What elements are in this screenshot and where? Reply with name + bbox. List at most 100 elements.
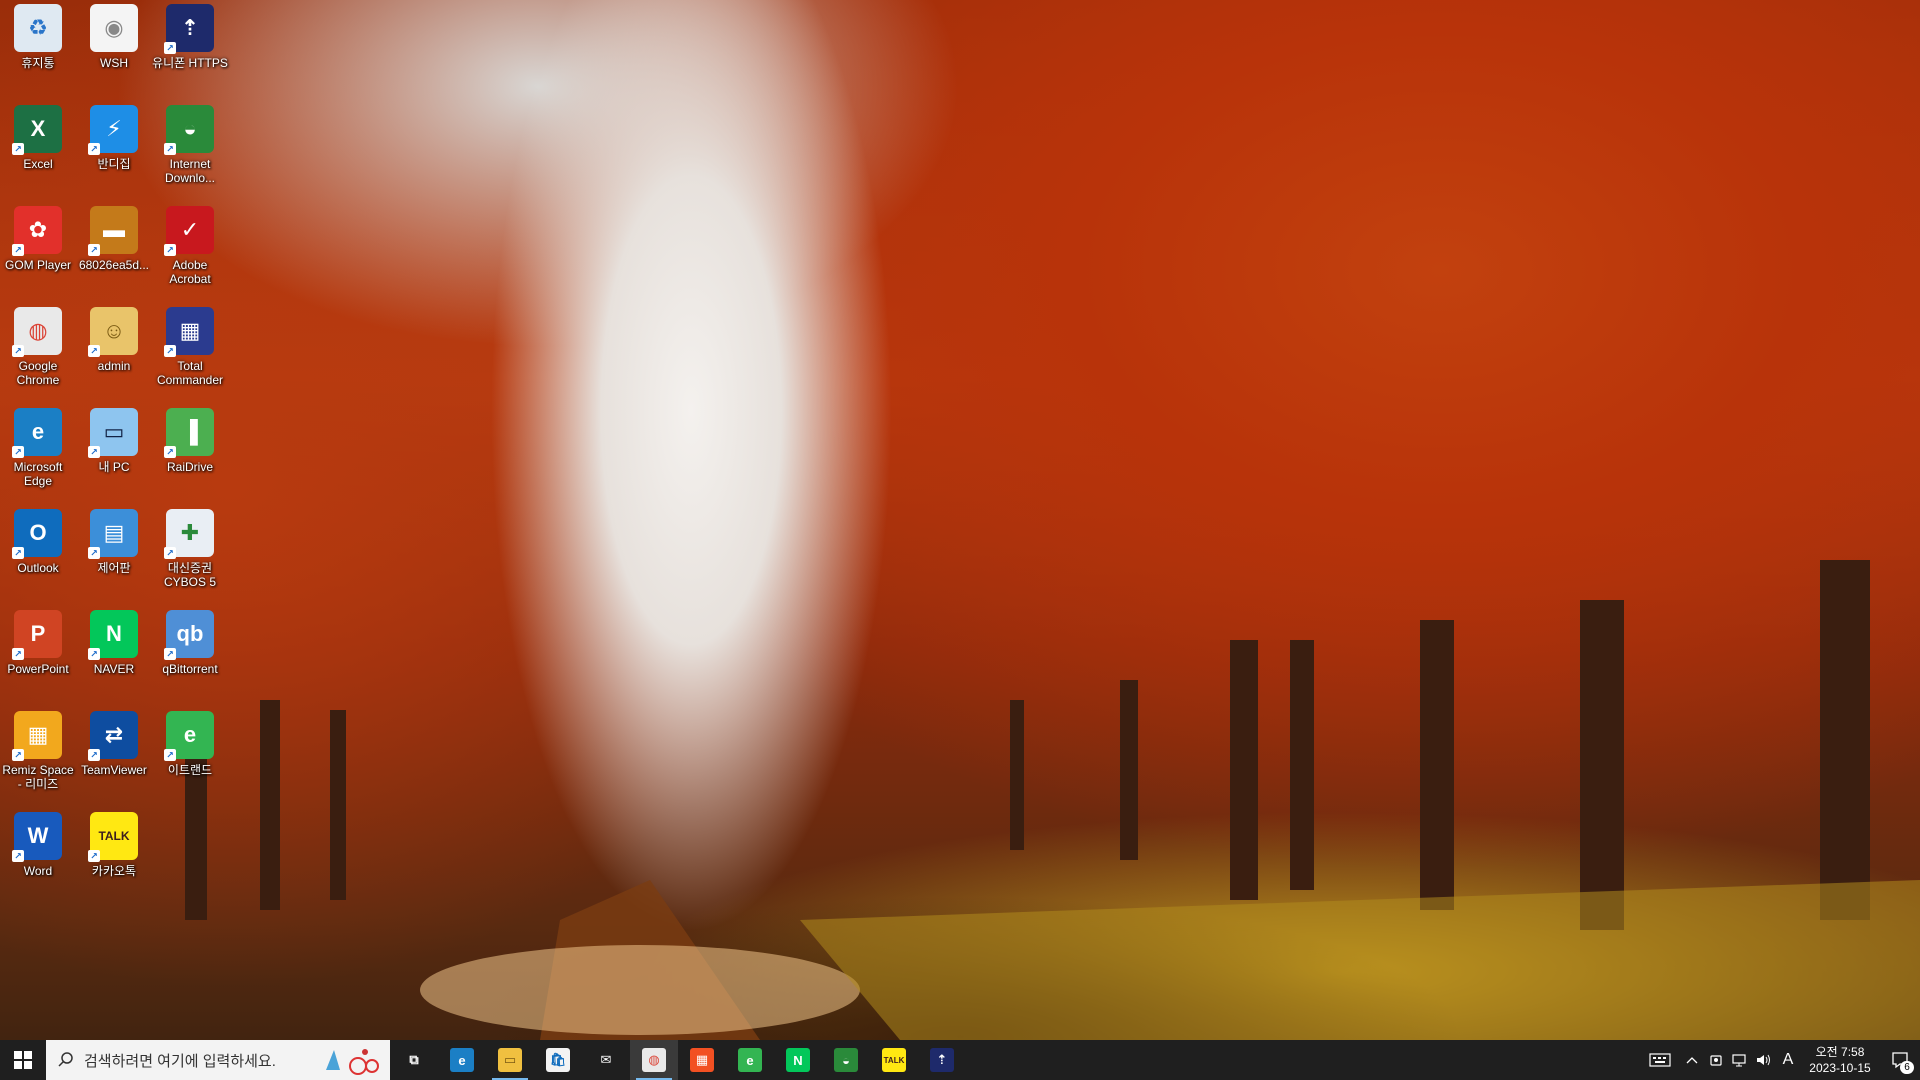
taskbar-app-file-explorer[interactable]: ▭	[486, 1040, 534, 1080]
clock-time: 오전 7:58	[1815, 1045, 1865, 1059]
desktop-icon-bandizip[interactable]: ⚡ ↗ 반디집	[78, 105, 150, 171]
touch-keyboard-icon[interactable]	[1640, 1040, 1680, 1080]
notification-count-badge: 6	[1900, 1061, 1914, 1074]
shortcut-arrow-icon: ↗	[12, 345, 24, 357]
image-file-icon: ▬ ↗	[88, 206, 138, 256]
outlook-icon: O ↗	[12, 509, 62, 559]
kakaotalk-icon: TALK ↗	[88, 812, 138, 862]
desktop-icon-label: 휴지통	[21, 56, 55, 70]
desktop-icon-raidrive[interactable]: ▐ ↗ RaiDrive	[154, 408, 226, 474]
meet-now-icon[interactable]	[1704, 1040, 1728, 1080]
desktop-icon-cybos[interactable]: ✚ ↗ 대신증권 CYBOS 5	[154, 509, 226, 589]
shortcut-arrow-icon: ↗	[12, 850, 24, 862]
https-icon: ⇡	[930, 1048, 954, 1072]
desktop-icon-excel[interactable]: X ↗ Excel	[2, 105, 74, 171]
desktop-icon-etland[interactable]: e ↗ 이트랜드	[154, 711, 226, 777]
taskbar-app-kakaotalk[interactable]: TALK	[870, 1040, 918, 1080]
desktop-icon-outlook[interactable]: O ↗ Outlook	[2, 509, 74, 575]
desktop-icon-label: GOM Player	[4, 258, 71, 272]
taskbar-app-task-view[interactable]: ⧉	[390, 1040, 438, 1080]
shortcut-arrow-icon: ↗	[164, 648, 176, 660]
desktop-icon-label: Remiz Space - 리미즈	[2, 763, 74, 791]
desktop-icon-label: Internet Downlo...	[164, 157, 216, 185]
shortcut-arrow-icon: ↗	[12, 244, 24, 256]
desktop-icon-label: Total Commander	[156, 359, 224, 387]
desktop-icon-this-pc[interactable]: ▭ ↗ 내 PC	[78, 408, 150, 474]
desktop-icon-gom-player[interactable]: ✿ ↗ GOM Player	[2, 206, 74, 272]
gom-player-icon: ✿ ↗	[12, 206, 62, 256]
desktop-icon-control-panel[interactable]: ▤ ↗ 제어판	[78, 509, 150, 575]
clock[interactable]: 오전 7:58 2023-10-15	[1800, 1044, 1880, 1076]
desktop-icon-remiz-space[interactable]: ▦ ↗ Remiz Space - 리미즈	[2, 711, 74, 791]
shortcut-arrow-icon: ↗	[88, 244, 100, 256]
internet-download-manager-icon: ◒ ↗	[164, 105, 214, 155]
shortcut-arrow-icon: ↗	[164, 446, 176, 458]
desktop-icon-adobe-acrobat[interactable]: ✓ ↗ Adobe Acrobat	[154, 206, 226, 286]
desktop-icon-label: Adobe Acrobat	[169, 258, 211, 286]
chrome-icon: ◍ ↗	[12, 307, 62, 357]
windows-logo-icon	[14, 1051, 32, 1069]
desktop-icon-qbittorrent[interactable]: qb ↗ qBittorrent	[154, 610, 226, 676]
network-icon[interactable]	[1728, 1040, 1752, 1080]
input-method-indicator[interactable]: A	[1776, 1040, 1800, 1080]
desktop-icon-label: admin	[97, 359, 131, 373]
desktop-icon-label: PowerPoint	[7, 662, 69, 676]
wsh-file-icon: ◉	[90, 4, 138, 52]
kakaotalk-icon: TALK	[882, 1048, 906, 1072]
taskbar-app-etland[interactable]: e	[726, 1040, 774, 1080]
desktop-icon-label: 카카오톡	[91, 864, 137, 878]
chevron-up-icon[interactable]	[1680, 1040, 1704, 1080]
bandizip-icon: ⚡ ↗	[88, 105, 138, 155]
cybos-icon: ✚ ↗	[164, 509, 214, 559]
word-icon: W ↗	[12, 812, 62, 862]
desktop-icon-total-commander[interactable]: ▦ ↗ Total Commander	[154, 307, 226, 387]
search-box[interactable]: 검색하려면 여기에 입력하세요.	[46, 1040, 390, 1080]
desktop-icon-label: NAVER	[93, 662, 135, 676]
etland-icon: e	[738, 1048, 762, 1072]
desktop-icon-edge[interactable]: e ↗ Microsoft Edge	[2, 408, 74, 488]
desktop-icon-user-folder[interactable]: ☺ ↗ admin	[78, 307, 150, 373]
taskbar: 검색하려면 여기에 입력하세요. ⧉ e ▭ 🛍 ✉ ◍ ▦ e N ◒ TALK ⇡ A 오전 7:…	[0, 1040, 1920, 1080]
taskbar-app-unipon-https[interactable]: ⇡	[918, 1040, 966, 1080]
shortcut-arrow-icon: ↗	[88, 143, 100, 155]
desktop-icon-powerpoint[interactable]: P ↗ PowerPoint	[2, 610, 74, 676]
taskbar-app-internet-download-manager[interactable]: ◒	[822, 1040, 870, 1080]
desktop-icon-recycle-bin[interactable]: ♻ 휴지통	[2, 4, 74, 70]
desktop-icon-label: Google Chrome	[16, 359, 60, 387]
control-panel-icon: ▤ ↗	[88, 509, 138, 559]
shortcut-arrow-icon: ↗	[88, 446, 100, 458]
desktop-icon-kakaotalk[interactable]: TALK ↗ 카카오톡	[78, 812, 150, 878]
search-placeholder: 검색하려면 여기에 입력하세요.	[84, 1052, 276, 1070]
taskbar-app-edge[interactable]: e	[438, 1040, 486, 1080]
taskbar-app-mail[interactable]: ✉	[582, 1040, 630, 1080]
desktop-icon-teamviewer[interactable]: ⇄ ↗ TeamViewer	[78, 711, 150, 777]
desktop-icon-word[interactable]: W ↗ Word	[2, 812, 74, 878]
taskbar-app-chrome[interactable]: ◍	[630, 1040, 678, 1080]
shortcut-arrow-icon: ↗	[164, 143, 176, 155]
desktop-icon-label: 이트랜드	[167, 763, 213, 777]
shortcut-arrow-icon: ↗	[12, 648, 24, 660]
qbittorrent-icon: qb ↗	[164, 610, 214, 660]
desktop-icon-internet-download-manager[interactable]: ◒ ↗ Internet Downlo...	[154, 105, 226, 185]
volume-icon[interactable]	[1752, 1040, 1776, 1080]
desktop-icon-wsh-file[interactable]: ◉ WSH	[78, 4, 150, 70]
store-icon: 🛍	[546, 1048, 570, 1072]
total-commander-icon: ▦ ↗	[164, 307, 214, 357]
shortcut-arrow-icon: ↗	[88, 547, 100, 559]
taskbar-app-microsoft-store[interactable]: 🛍	[534, 1040, 582, 1080]
desktop-icon-https[interactable]: ⇡ ↗ 유니폰 HTTPS	[152, 4, 228, 70]
naver-icon: N ↗	[88, 610, 138, 660]
shortcut-arrow-icon: ↗	[164, 42, 176, 54]
shortcut-arrow-icon: ↗	[12, 749, 24, 761]
shortcut-arrow-icon: ↗	[164, 547, 176, 559]
desktop-icon-chrome[interactable]: ◍ ↗ Google Chrome	[2, 307, 74, 387]
start-button[interactable]	[0, 1040, 46, 1080]
taskbar-app-microsoft-365[interactable]: ▦	[678, 1040, 726, 1080]
desktop-icon-image-file[interactable]: ▬ ↗ 68026ea5d...	[78, 206, 150, 272]
excel-icon: X ↗	[12, 105, 62, 155]
shortcut-arrow-icon: ↗	[88, 850, 100, 862]
taskbar-app-naver[interactable]: N	[774, 1040, 822, 1080]
desktop-icon-naver[interactable]: N ↗ NAVER	[78, 610, 150, 676]
desktop-icon-area: ♻ 휴지통 ◉ WSH ⇡ ↗ 유니폰 HTTPS X ↗ Excel ⚡ ↗ 반디집 ◒ ↗ Interne…	[0, 0, 240, 1040]
action-center-button[interactable]: 6	[1880, 1040, 1920, 1080]
